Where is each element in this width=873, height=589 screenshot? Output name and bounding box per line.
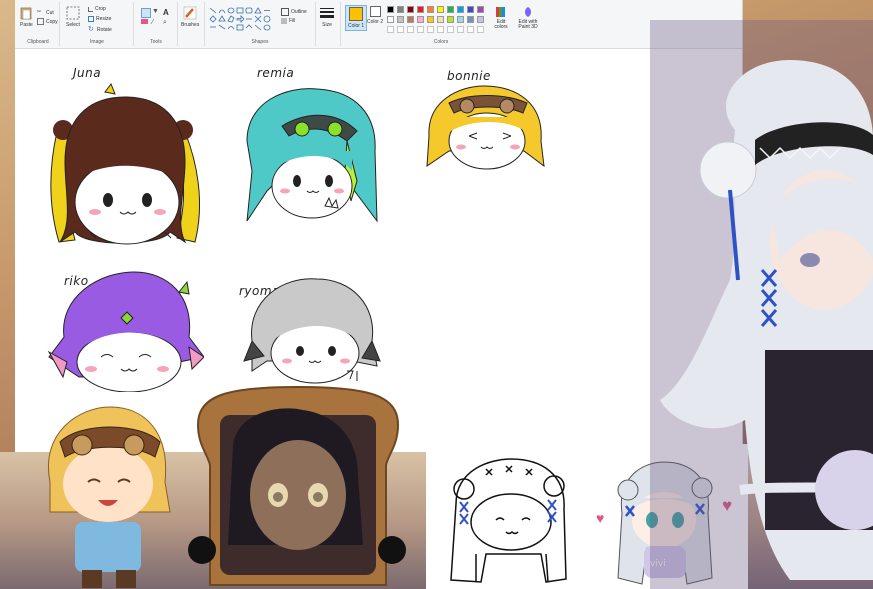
palette-swatch[interactable] <box>417 6 424 13</box>
palette-swatch-empty[interactable] <box>437 26 444 33</box>
brush-icon <box>183 6 197 20</box>
palette-swatch[interactable] <box>397 16 404 23</box>
clipboard-group: Paste ✂ Cut Copy Clipboard <box>17 2 60 46</box>
color2-swatch <box>369 6 381 17</box>
fill-dropdown[interactable]: Fill <box>281 18 295 24</box>
fill-bucket-icon: ▼ <box>152 8 159 15</box>
palette-swatch-empty[interactable] <box>457 26 464 33</box>
drawing-juna <box>50 82 200 245</box>
rotate-button[interactable]: ↻ Rotate <box>88 26 112 33</box>
color2-button[interactable]: Color 2 <box>367 6 383 25</box>
vtuber-model <box>650 20 873 589</box>
palette-swatch[interactable] <box>477 6 484 13</box>
resize-icon <box>88 16 94 22</box>
text-tool[interactable]: A <box>163 8 169 17</box>
paint3d-icon <box>525 7 531 17</box>
palette-swatch[interactable] <box>417 16 424 23</box>
palette-swatch-empty[interactable] <box>477 26 484 33</box>
palette-swatch[interactable] <box>437 16 444 23</box>
rotate-icon: ↻ <box>88 26 94 33</box>
color-picker-tool[interactable]: ⁄ <box>152 19 153 26</box>
colors-group-label: Colors <box>433 39 449 45</box>
cut-button[interactable]: ✂ Cut <box>37 9 54 16</box>
shapes-group: Outline Fill Shapes <box>205 2 316 46</box>
palette-swatch-empty[interactable] <box>407 26 414 33</box>
drawing-remia <box>246 88 378 223</box>
line-size-icon <box>320 8 334 18</box>
ribbon-toolbar: Paste ✂ Cut Copy Clipboard Select Crop R… <box>15 0 742 49</box>
paste-button[interactable]: Paste <box>20 6 33 28</box>
chibi-bonnie-avatar <box>48 406 171 588</box>
palette-swatch[interactable] <box>457 6 464 13</box>
copy-button[interactable]: Copy <box>37 18 58 25</box>
tools-group: ▼ A ⁄ ⌕ Tools <box>135 2 178 46</box>
image-group-label: Image <box>90 39 104 45</box>
palette-swatch-empty[interactable] <box>387 26 394 33</box>
palette-swatch[interactable] <box>467 16 474 23</box>
palette-swatch[interactable] <box>477 16 484 23</box>
palette-swatch[interactable] <box>387 6 394 13</box>
palette-swatch-empty[interactable] <box>467 26 474 33</box>
tools-group-label: Tools <box>150 39 162 45</box>
palette-swatch[interactable] <box>457 16 464 23</box>
outline-icon <box>281 8 289 16</box>
select-button[interactable]: Select <box>66 6 80 28</box>
copy-icon <box>37 18 44 25</box>
toast-frame-avatar <box>188 385 406 586</box>
palette-swatch[interactable] <box>447 16 454 23</box>
pencil-tool[interactable] <box>141 8 151 18</box>
pencil-icon <box>141 8 151 18</box>
size-button[interactable]: Size <box>319 6 335 28</box>
fill-tool[interactable]: ▼ <box>152 8 159 15</box>
scissors-icon: ✂ <box>37 9 42 15</box>
shapes-group-label: Shapes <box>251 39 269 45</box>
paste-label: Paste <box>20 22 33 28</box>
palette-swatch-empty[interactable] <box>397 26 404 33</box>
fill-icon <box>281 18 287 24</box>
palette-swatch[interactable] <box>427 6 434 13</box>
palette-swatch-empty[interactable] <box>417 26 424 33</box>
text-icon: A <box>163 8 169 17</box>
palette-swatch[interactable] <box>467 6 474 13</box>
eraser-tool[interactable] <box>141 19 148 24</box>
eyedropper-icon: ⁄ <box>152 19 154 26</box>
palette-swatch-empty[interactable] <box>427 26 434 33</box>
sketch-label-remia: remia <box>257 66 295 80</box>
drawing-riko <box>47 271 204 392</box>
palette-swatch[interactable] <box>407 16 414 23</box>
color1-swatch <box>349 7 364 21</box>
palette-swatch-empty[interactable] <box>447 26 454 33</box>
colors-group: Color 1 Color 2 Edit colors Edit with Pa… <box>341 2 541 46</box>
heart-icon: ♥ <box>596 510 605 526</box>
color1-button[interactable]: Color 1 <box>345 5 368 31</box>
palette-swatch[interactable] <box>407 6 414 13</box>
crop-icon <box>88 6 93 12</box>
palette-swatch[interactable] <box>437 6 444 13</box>
edit-colors-button[interactable]: Edit colors <box>491 6 511 30</box>
drawing-bonnie <box>426 85 545 170</box>
lineart-vivi-sketch <box>450 458 567 583</box>
sketch-label-juna: Juna <box>73 66 102 80</box>
palette-swatch[interactable] <box>387 16 394 23</box>
magnifier-tool[interactable]: ⌕ <box>163 19 167 27</box>
palette-swatch[interactable] <box>447 6 454 13</box>
edit-paint3d-button[interactable]: Edit with Paint 3D <box>515 6 541 30</box>
clipboard-group-label: Clipboard <box>27 39 49 45</box>
palette-swatch[interactable] <box>397 6 404 13</box>
crop-button[interactable]: Crop <box>88 6 106 12</box>
drawing-ryoma <box>243 278 381 384</box>
shapes-gallery[interactable] <box>208 6 272 32</box>
image-group: Select Crop Resize ↻ Rotate Image <box>61 2 134 46</box>
clipboard-icon <box>21 7 32 20</box>
palette-swatch[interactable] <box>427 16 434 23</box>
brushes-group: Brushes <box>178 2 205 46</box>
size-group: Size <box>316 2 341 46</box>
eraser-icon <box>141 19 148 24</box>
brushes-button[interactable]: Brushes <box>181 6 199 28</box>
color-wheel-icon <box>496 7 505 17</box>
magnifier-icon: ⌕ <box>163 19 167 26</box>
select-icon <box>66 6 80 20</box>
outline-dropdown[interactable]: Outline <box>281 8 307 16</box>
resize-button[interactable]: Resize <box>88 16 111 22</box>
